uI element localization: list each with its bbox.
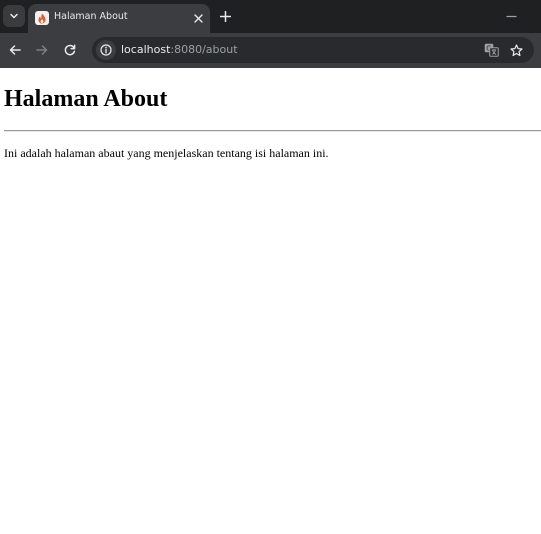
page-paragraph: Ini adalah halaman abaut yang menjelaska… [4,146,329,160]
url-path: :8080/about [170,43,238,56]
tab-title: Halaman About [54,11,128,22]
arrow-right-icon [36,45,48,55]
star-icon [509,43,523,56]
site-info-button[interactable] [96,40,116,60]
reload-icon [64,44,76,56]
horizontal-rule [4,130,541,132]
url-text[interactable]: localhost:8080/about [121,43,238,56]
forward-button[interactable] [32,40,52,60]
plus-icon [219,10,231,22]
minimize-window-button[interactable] [502,7,520,25]
arrow-left-icon [9,45,21,55]
page-content: Halaman About Ini adalah halaman abaut y… [0,68,541,534]
translate-icon: G [484,43,499,57]
back-button[interactable] [5,40,25,60]
info-icon [100,44,112,56]
minimize-icon [505,15,517,17]
browser-toolbar: localhost:8080/about G [0,33,541,68]
tab-favicon [35,11,49,25]
page-title: Halaman About [4,86,168,112]
active-tab[interactable]: Halaman About [28,4,210,33]
bookmark-button[interactable] [507,41,525,59]
tab-strip: Halaman About [0,0,541,33]
reload-button[interactable] [60,40,80,60]
chevron-down-icon [10,13,18,19]
flame-icon [38,13,46,23]
url-host: localhost [121,43,171,56]
new-tab-button[interactable] [216,7,234,25]
address-bar[interactable]: localhost:8080/about G [92,37,534,63]
tab-search-button[interactable] [3,5,25,27]
close-tab-button[interactable] [190,10,206,26]
close-icon [193,13,203,23]
translate-button[interactable]: G [482,41,500,59]
